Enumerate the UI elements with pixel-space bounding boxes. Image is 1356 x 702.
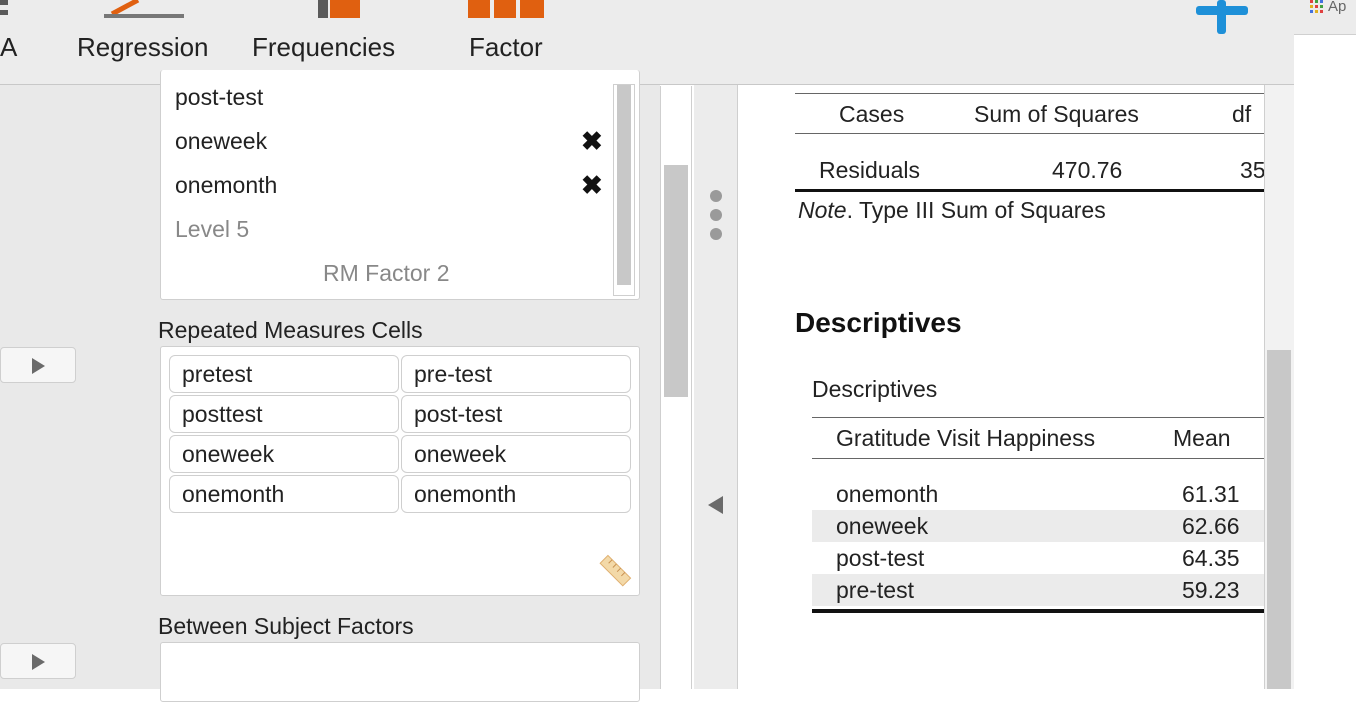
table-note: Note. Type III Sum of Squares <box>798 197 1106 224</box>
row-mean: 59.23 <box>1182 577 1240 603</box>
level-item[interactable]: post-test <box>175 84 263 111</box>
table-rule <box>812 458 1264 459</box>
remove-level-icon[interactable]: ✖ <box>581 170 603 201</box>
arrow-right-icon <box>32 358 45 374</box>
cell-variable[interactable]: oneweek <box>169 435 399 473</box>
drag-handle-dot[interactable] <box>710 228 722 240</box>
table-rule <box>812 417 1264 418</box>
residuals-label: Residuals <box>819 157 920 183</box>
col-header-cases: Cases <box>839 101 905 127</box>
note-prefix: Note <box>798 197 847 223</box>
new-level-placeholder[interactable]: Level 5 <box>175 216 249 243</box>
between-subject-factors-box[interactable] <box>160 642 640 702</box>
ruler-icon <box>599 554 632 587</box>
regression-icon <box>104 0 184 18</box>
frequencies-icon <box>318 0 362 18</box>
toolbar-frequencies[interactable]: Frequencies <box>252 32 395 63</box>
drag-handle-dot[interactable] <box>710 209 722 221</box>
between-subject-factors-title: Between Subject Factors <box>158 613 414 639</box>
plus-icon <box>1196 0 1248 34</box>
table-rule <box>795 93 1264 94</box>
toolbar-anova[interactable]: A <box>0 32 17 63</box>
pane-splitter[interactable] <box>694 85 738 689</box>
table-rule <box>812 609 1264 613</box>
residuals-ss: 470.76 <box>1052 157 1123 183</box>
drag-handle-dot[interactable] <box>710 190 722 202</box>
anova-icon <box>0 0 8 18</box>
cell-variable[interactable]: onemonth <box>169 475 399 513</box>
add-module-button[interactable] <box>1192 0 1252 40</box>
apps-label: Ap <box>1328 0 1347 15</box>
row-mean: 62.66 <box>1182 513 1240 539</box>
note-text: . Type III Sum of Squares <box>846 197 1106 223</box>
list-scrollbar[interactable] <box>613 84 635 296</box>
row-mean: 64.35 <box>1182 545 1240 571</box>
repeated-measures-cells-box[interactable]: pretest pre-test posttest post-test onew… <box>160 346 640 596</box>
results-scrollbar-thumb[interactable] <box>1267 350 1291 689</box>
table-row: onemonth 61.31 <box>812 478 1264 510</box>
table-row: pre-test 59.23 <box>812 574 1264 606</box>
toolbar-factor[interactable]: Factor <box>469 32 543 63</box>
apps-grid-icon <box>1310 0 1323 13</box>
collapse-left-icon[interactable] <box>708 496 723 514</box>
rm-factor-list[interactable]: post-test oneweek ✖ onemonth ✖ Level 5 R… <box>160 70 640 300</box>
options-scrollbar-thumb[interactable] <box>664 165 688 397</box>
row-label: pre-test <box>836 577 914 603</box>
table-row: post-test 64.35 <box>812 542 1264 574</box>
row-label: post-test <box>836 545 925 571</box>
results-pane: Cases Sum of Squares df Residuals 470.76… <box>738 85 1264 689</box>
toolbar-regression[interactable]: Regression <box>77 32 209 63</box>
rm-factor-name[interactable]: RM Factor 2 <box>323 260 450 287</box>
apps-strip[interactable]: Ap <box>1294 0 1356 35</box>
cell-variable[interactable]: pretest <box>169 355 399 393</box>
row-label: oneweek <box>836 513 929 539</box>
row-label: onemonth <box>836 481 939 507</box>
level-item[interactable]: oneweek <box>175 128 267 155</box>
cell-level: post-test <box>401 395 631 433</box>
col-header-mean: Mean <box>1173 425 1231 451</box>
list-scrollbar-thumb[interactable] <box>617 85 631 285</box>
col-header-ss: Sum of Squares <box>974 101 1139 127</box>
cell-level: pre-test <box>401 355 631 393</box>
descriptives-table-title: Descriptives <box>812 376 938 402</box>
assign-between-button[interactable] <box>0 643 76 679</box>
remove-level-icon[interactable]: ✖ <box>581 126 603 157</box>
descriptives-heading[interactable]: Descriptives <box>795 307 962 339</box>
col-header-factor: Gratitude Visit Happiness <box>836 425 1096 451</box>
cell-level: oneweek <box>401 435 631 473</box>
factor-icon <box>468 0 548 18</box>
residuals-df: 35 <box>1240 157 1264 183</box>
arrow-right-icon <box>32 654 45 670</box>
cell-variable[interactable]: posttest <box>169 395 399 433</box>
table-rule <box>795 189 1264 192</box>
assign-cells-button[interactable] <box>0 347 76 383</box>
row-mean: 61.31 <box>1182 481 1240 507</box>
repeated-measures-cells-title: Repeated Measures Cells <box>158 317 423 343</box>
cell-level: onemonth <box>401 475 631 513</box>
table-rule <box>795 133 1264 134</box>
col-header-df: df <box>1232 101 1252 127</box>
table-row: oneweek 62.66 <box>812 510 1264 542</box>
level-item[interactable]: onemonth <box>175 172 277 199</box>
